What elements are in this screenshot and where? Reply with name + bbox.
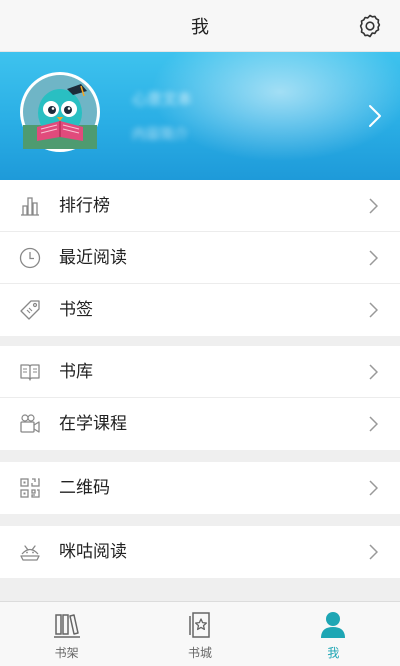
top-bar: 我 <box>0 0 400 52</box>
menu-group-2: 书库 在学课程 <box>0 346 400 450</box>
tab-bookstore[interactable]: 书城 <box>133 602 266 666</box>
menu-group-3: 二维码 <box>0 462 400 514</box>
qr-code-icon <box>20 478 40 498</box>
bookshelf-icon <box>53 614 80 638</box>
profile-banner[interactable]: 心意文本 内容简介 <box>0 52 400 180</box>
menu-item-ranking[interactable]: 排行榜 <box>0 180 400 232</box>
tab-label: 我 <box>327 646 340 660</box>
tab-label: 书架 <box>54 646 79 660</box>
menu-item-bookmarks[interactable]: 书签 <box>0 284 400 336</box>
bottom-tab-bar: 书架 书城 我 <box>0 601 400 666</box>
gear-icon[interactable] <box>356 12 384 40</box>
profile-name: 心意文本 <box>132 90 193 108</box>
menu-item-qr-code[interactable]: 二维码 <box>0 462 400 514</box>
chevron-right-icon <box>369 416 378 432</box>
chevron-right-icon <box>369 250 378 266</box>
bookstore-icon <box>189 612 210 638</box>
chevron-right-icon[interactable] <box>368 104 382 128</box>
video-camera-icon <box>20 414 40 433</box>
migu-reader-icon <box>20 545 40 561</box>
page-title: 我 <box>191 16 209 38</box>
menu-item-migu-reading[interactable]: 咪咕阅读 <box>0 526 400 578</box>
chevron-right-icon <box>369 302 378 318</box>
bar-chart-icon <box>21 197 39 216</box>
menu-item-label: 书库 <box>59 362 93 382</box>
tab-label: 书城 <box>187 646 212 660</box>
menu-item-label: 最近阅读 <box>59 248 127 268</box>
tab-me[interactable]: 我 <box>267 602 400 666</box>
menu-group-1: 排行榜 最近阅读 书签 <box>0 180 400 336</box>
owl-reading-book-icon <box>23 75 97 149</box>
menu-item-label: 书签 <box>59 300 93 320</box>
open-book-icon <box>20 364 40 381</box>
chevron-right-icon <box>369 480 378 496</box>
menu-group-4: 咪咕阅读 <box>0 526 400 578</box>
clock-icon <box>19 247 41 269</box>
chevron-right-icon <box>369 544 378 560</box>
menu-item-label: 排行榜 <box>59 196 110 216</box>
profile-subtitle: 内容简介 <box>132 127 188 143</box>
menu-item-label: 在学课程 <box>59 414 127 434</box>
tab-bookshelf[interactable]: 书架 <box>0 602 133 666</box>
menu-item-label: 咪咕阅读 <box>59 542 127 562</box>
chevron-right-icon <box>369 198 378 214</box>
menu-item-library[interactable]: 书库 <box>0 346 400 398</box>
menu-item-courses[interactable]: 在学课程 <box>0 398 400 450</box>
user-icon <box>321 612 346 638</box>
chevron-right-icon <box>369 364 378 380</box>
avatar[interactable] <box>20 72 100 152</box>
tag-icon <box>20 300 40 320</box>
menu-item-recent-reading[interactable]: 最近阅读 <box>0 232 400 284</box>
menu-item-label: 二维码 <box>59 478 110 498</box>
